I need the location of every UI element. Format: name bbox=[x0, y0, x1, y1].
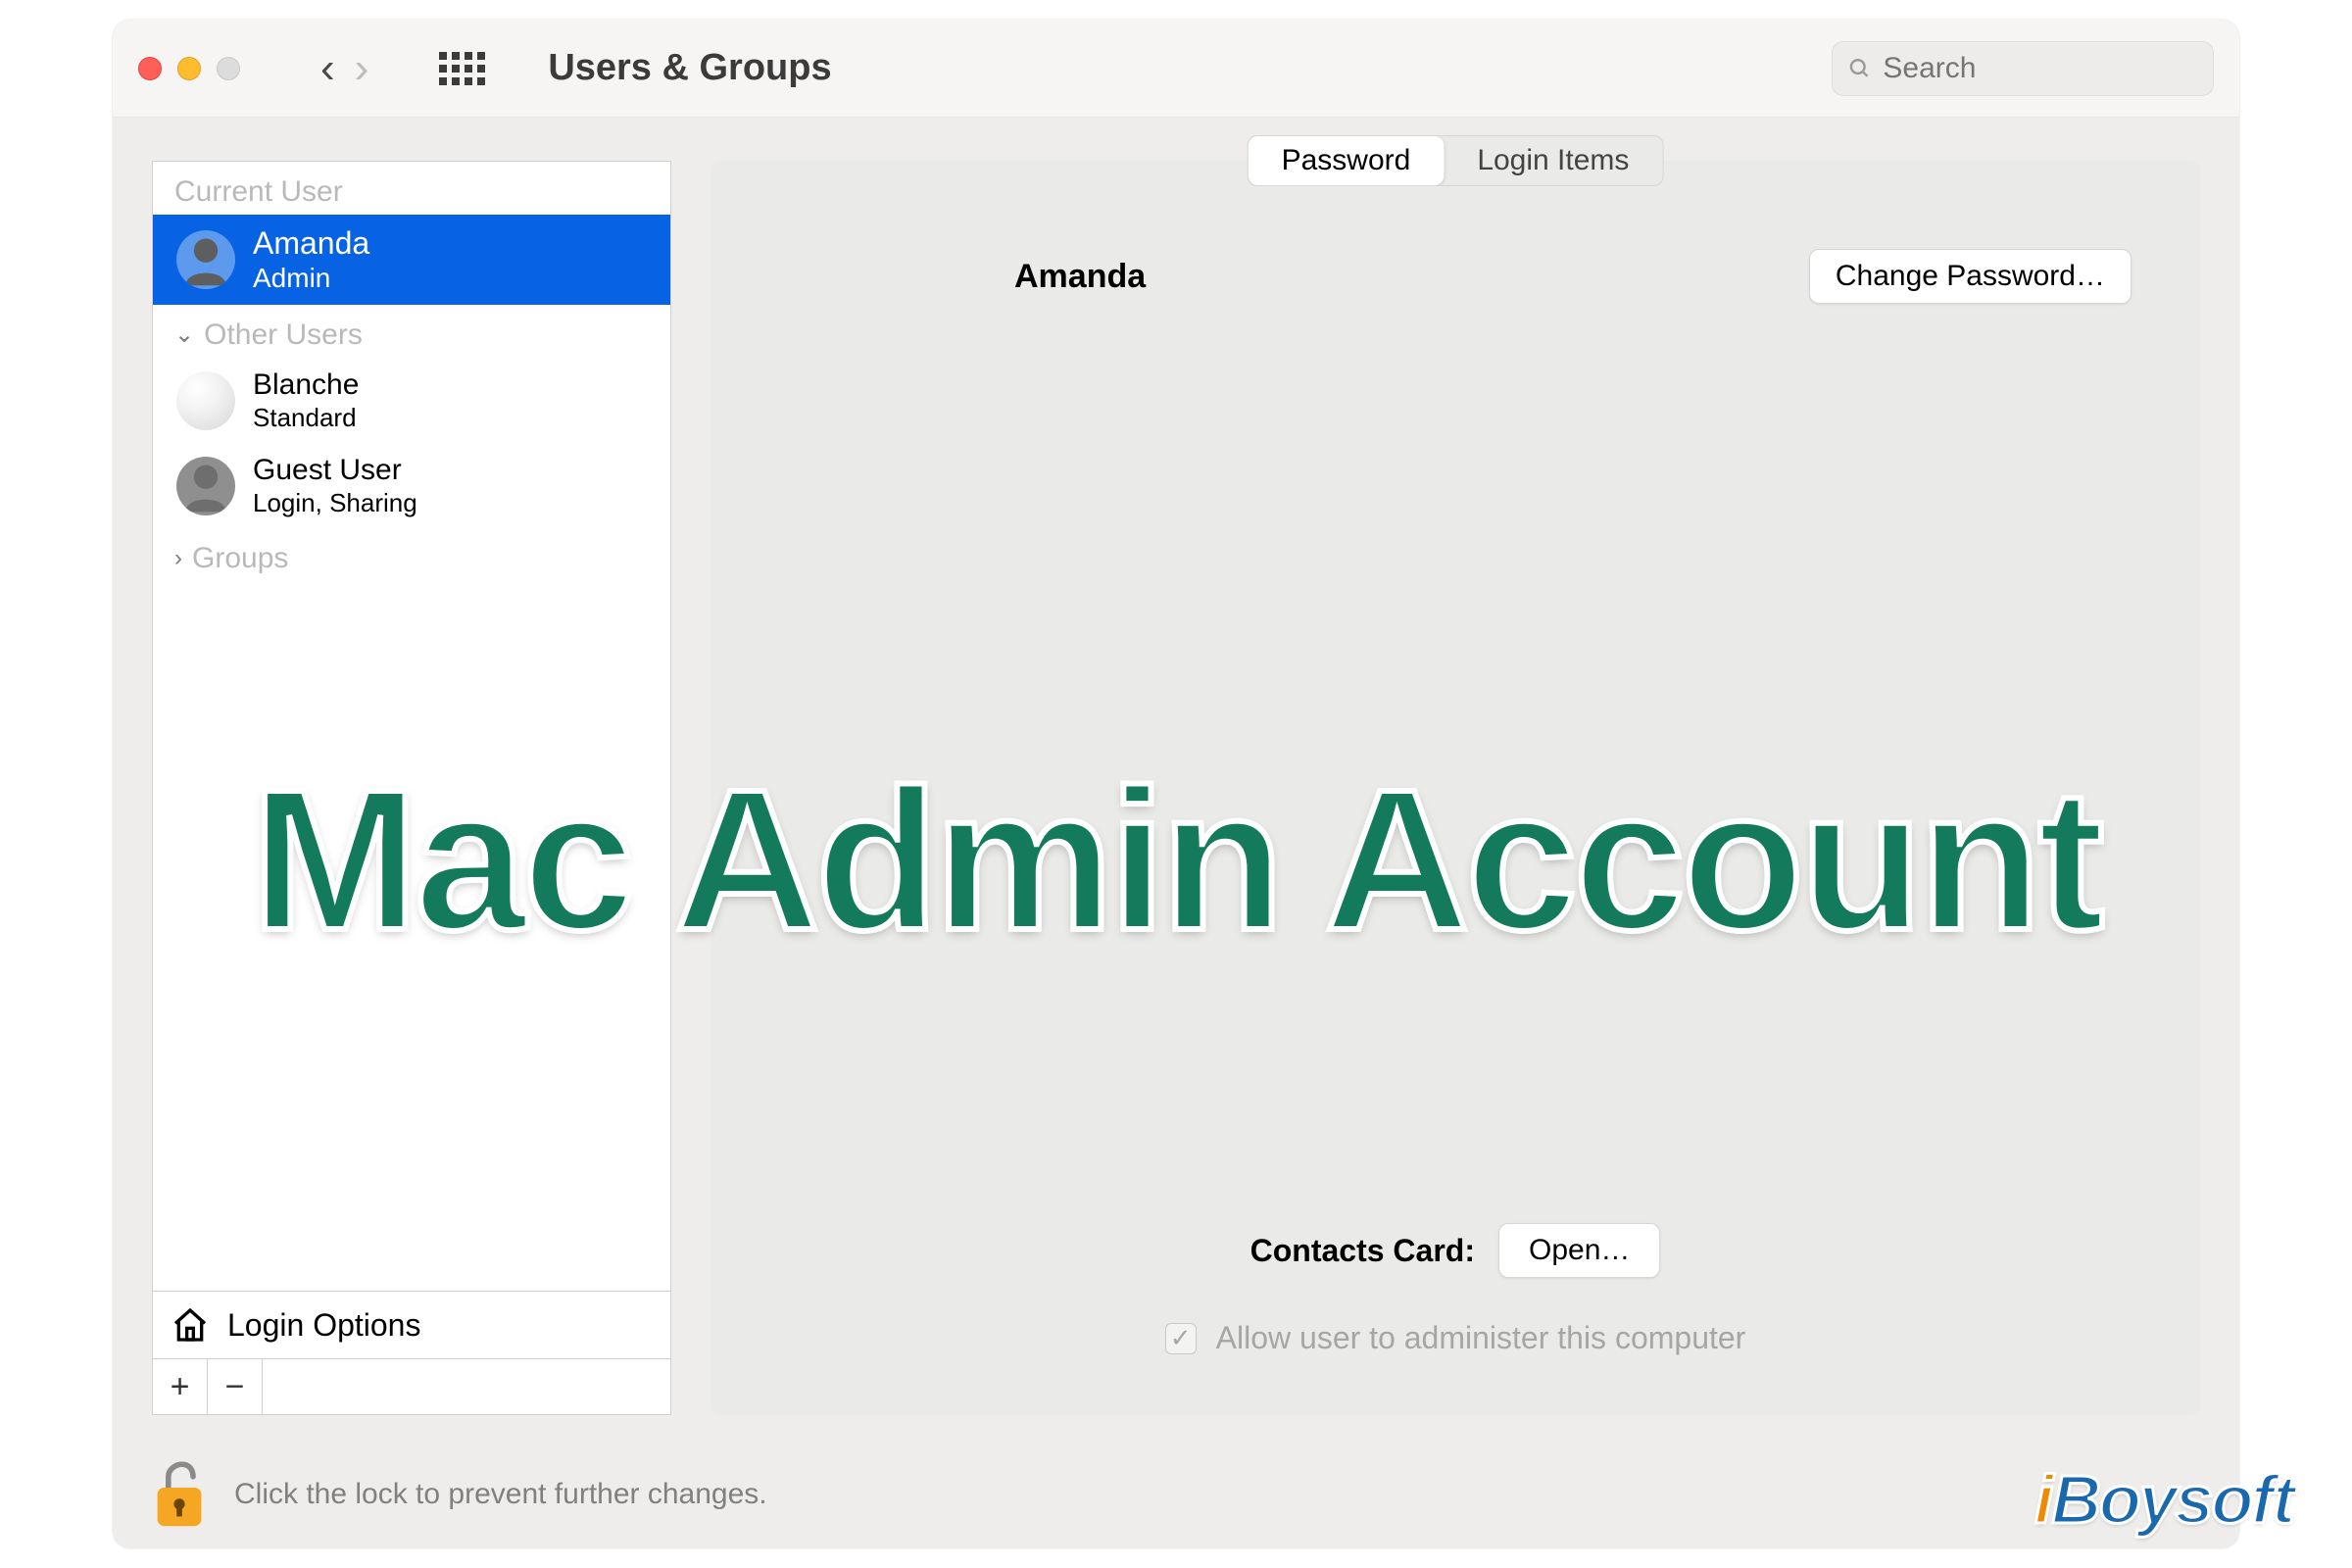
avatar-icon bbox=[176, 457, 235, 515]
contacts-card-row: Contacts Card: Open… bbox=[710, 1223, 2200, 1278]
search-icon bbox=[1848, 56, 1871, 81]
change-password-button[interactable]: Change Password… bbox=[1809, 249, 2132, 304]
user-name: Blanche bbox=[253, 368, 359, 403]
main-panel: Password Login Items Amanda Change Passw… bbox=[710, 161, 2200, 1415]
tabs: Password Login Items bbox=[1248, 135, 1664, 186]
section-other-users[interactable]: ⌄ Other Users bbox=[153, 305, 670, 358]
chevron-down-icon: ⌄ bbox=[174, 320, 194, 349]
contacts-card-label: Contacts Card: bbox=[1250, 1233, 1475, 1269]
user-role: Standard bbox=[253, 403, 359, 433]
window-toolbar: ‹ › Users & Groups bbox=[113, 20, 2239, 118]
lock-button[interactable] bbox=[152, 1460, 207, 1529]
avatar-icon bbox=[176, 230, 235, 289]
back-button[interactable]: ‹ bbox=[320, 47, 335, 90]
admin-checkbox[interactable]: ✓ bbox=[1165, 1323, 1197, 1354]
preferences-window: ‹ › Users & Groups Current User bbox=[113, 20, 2239, 1548]
home-icon bbox=[171, 1305, 210, 1345]
remove-user-button[interactable]: − bbox=[208, 1359, 263, 1414]
unlock-icon bbox=[152, 1460, 207, 1529]
window-footer: Click the lock to prevent further change… bbox=[113, 1441, 2239, 1548]
watermark: iBoysoft bbox=[2034, 1460, 2293, 1539]
search-input[interactable] bbox=[1883, 52, 2197, 85]
users-sidebar: Current User Amanda Admin ⌄ Other Users bbox=[152, 161, 671, 1415]
forward-button[interactable]: › bbox=[355, 47, 369, 90]
sidebar-user-other[interactable]: Blanche Standard bbox=[153, 358, 670, 443]
add-user-button[interactable]: + bbox=[153, 1359, 208, 1414]
user-role: Login, Sharing bbox=[253, 488, 417, 518]
add-remove-row: + − bbox=[153, 1358, 670, 1414]
zoom-window-button[interactable] bbox=[217, 57, 240, 80]
login-options-button[interactable]: Login Options bbox=[153, 1291, 670, 1358]
tab-password[interactable]: Password bbox=[1249, 136, 1445, 185]
avatar-icon bbox=[176, 371, 235, 430]
tab-login-items[interactable]: Login Items bbox=[1444, 136, 1662, 185]
section-current-user: Current User bbox=[153, 162, 670, 215]
open-contacts-button[interactable]: Open… bbox=[1498, 1223, 1660, 1278]
search-field[interactable] bbox=[1832, 41, 2214, 96]
show-all-icon[interactable] bbox=[439, 52, 485, 85]
sidebar-user-current[interactable]: Amanda Admin bbox=[153, 215, 670, 305]
window-title: Users & Groups bbox=[548, 47, 831, 89]
section-groups[interactable]: › Groups bbox=[153, 528, 670, 581]
user-name: Amanda bbox=[253, 224, 369, 262]
traffic-lights bbox=[138, 57, 240, 80]
close-window-button[interactable] bbox=[138, 57, 162, 80]
user-role: Admin bbox=[253, 262, 369, 295]
nav-buttons: ‹ › bbox=[320, 47, 368, 90]
lock-hint-text: Click the lock to prevent further change… bbox=[234, 1478, 767, 1511]
chevron-right-icon: › bbox=[174, 545, 182, 572]
admin-checkbox-row: ✓ Allow user to administer this computer bbox=[710, 1320, 2200, 1356]
minimize-window-button[interactable] bbox=[177, 57, 201, 80]
sidebar-user-guest[interactable]: Guest User Login, Sharing bbox=[153, 443, 670, 528]
user-name: Guest User bbox=[253, 453, 417, 488]
window-body: Current User Amanda Admin ⌄ Other Users bbox=[113, 118, 2239, 1441]
selected-user-name: Amanda bbox=[1014, 258, 1146, 296]
admin-checkbox-label: Allow user to administer this computer bbox=[1216, 1320, 1746, 1356]
